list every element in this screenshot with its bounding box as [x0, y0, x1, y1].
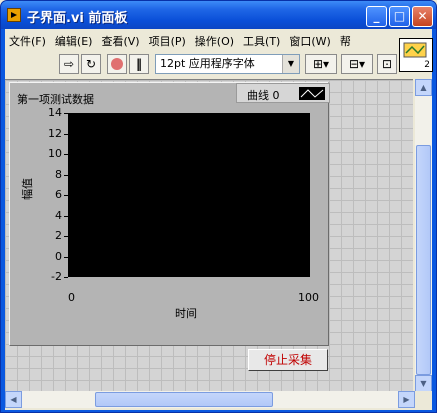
menu-file[interactable]: 文件(F): [5, 31, 51, 49]
scroll-down-icon[interactable]: ▼: [415, 375, 432, 392]
close-button[interactable]: ✕: [412, 6, 433, 27]
chevron-down-icon[interactable]: ▼: [282, 55, 299, 73]
vi-connector-icon[interactable]: 2: [399, 38, 433, 72]
menu-view[interactable]: 查看(V): [97, 31, 144, 49]
pause-icon[interactable]: ‖: [129, 54, 149, 74]
window: 子界面.vi 前面板 _ □ ✕ 文件(F) 编辑(E) 查看(V) 项目(P) 操作(…: [0, 0, 437, 413]
vertical-scrollbar[interactable]: ▲ ▼: [415, 79, 432, 397]
y-axis-label: 幅值: [21, 178, 34, 200]
x-tick-label: 100: [298, 291, 319, 304]
x-tick-label: 0: [68, 291, 75, 304]
labview-vi-icon[interactable]: [7, 8, 21, 22]
y-tick-mark: [64, 174, 68, 176]
scroll-up-icon[interactable]: ▲: [415, 79, 432, 96]
front-panel[interactable]: 第一项测试数据 曲线 0 14 12 10 8 6 4 2 0 -2 0 100 幅值 时间 停…: [5, 79, 413, 398]
vertical-scroll-thumb[interactable]: [416, 145, 431, 375]
font-value: 12pt 应用程序字体: [160, 57, 255, 70]
stop-acquisition-button[interactable]: 停止采集: [248, 349, 328, 371]
y-tick-label: 12: [48, 126, 62, 140]
menu-operate[interactable]: 操作(O): [191, 31, 239, 49]
y-tick-label: 10: [48, 147, 62, 160]
menu-window[interactable]: 窗口(W): [285, 31, 335, 49]
toolbar: ⇨ ↻ ‖ 12pt 应用程序字体 ▼ ⊞▾ ⊟▾ ⊡: [5, 51, 397, 77]
graph-label: 第一项测试数据: [17, 93, 94, 106]
y-tick-mark: [64, 113, 68, 114]
legend-series-name: 曲线 0: [247, 89, 280, 102]
horizontal-scrollbar[interactable]: ◀ ▶: [5, 391, 415, 408]
menu-tools[interactable]: 工具(T): [239, 31, 285, 49]
y-tick-label: 0: [55, 249, 62, 263]
y-tick-label: -2: [51, 270, 62, 283]
font-selector[interactable]: 12pt 应用程序字体 ▼: [155, 54, 300, 74]
y-tick-label: 6: [55, 188, 62, 201]
legend-line-icon: [299, 87, 325, 100]
y-tick-mark: [64, 195, 68, 196]
plot-area[interactable]: [68, 113, 310, 277]
scroll-left-icon[interactable]: ◀: [5, 391, 22, 408]
window-title: 子界面.vi 前面板: [27, 11, 128, 26]
y-tick-mark: [64, 236, 68, 237]
size-grip[interactable]: [415, 391, 432, 408]
maximize-button[interactable]: □: [389, 6, 410, 27]
y-tick-label: 8: [55, 167, 62, 181]
abort-icon[interactable]: [107, 54, 127, 74]
scroll-right-icon[interactable]: ▶: [398, 391, 415, 408]
y-tick-mark: [64, 215, 68, 217]
y-tick-mark: [64, 277, 68, 278]
vi-image-icon: [403, 42, 427, 58]
minimize-button[interactable]: _: [366, 6, 387, 27]
distribute-objects-icon[interactable]: ⊟▾: [341, 54, 373, 74]
plot-svg: [68, 113, 310, 277]
menu-project[interactable]: 项目(P): [145, 31, 191, 49]
waveform-graph[interactable]: 第一项测试数据 曲线 0 14 12 10 8 6 4 2 0 -2 0 100 幅值 时间: [9, 82, 330, 346]
resize-objects-icon[interactable]: ⊡: [377, 54, 397, 74]
y-tick-label: 14: [48, 106, 62, 119]
run-arrow-icon[interactable]: ⇨: [59, 54, 79, 74]
title-bar[interactable]: 子界面.vi 前面板 _ □ ✕: [1, 1, 436, 29]
y-tick-mark: [64, 256, 68, 258]
run-continuous-icon[interactable]: ↻: [81, 54, 101, 74]
horizontal-scroll-thumb[interactable]: [95, 392, 273, 407]
menu-edit[interactable]: 编辑(E): [51, 31, 98, 49]
y-tick-mark: [64, 133, 68, 135]
menu-help[interactable]: 帮: [336, 31, 356, 49]
y-tick-mark: [64, 154, 68, 155]
align-objects-icon[interactable]: ⊞▾: [305, 54, 337, 74]
vi-icon-number: 2: [424, 60, 430, 70]
x-axis-label: 时间: [175, 307, 197, 320]
y-tick-label: 2: [55, 229, 62, 242]
y-tick-label: 4: [55, 208, 62, 222]
window-client: 文件(F) 编辑(E) 查看(V) 项目(P) 操作(O) 工具(T) 窗口(W) 帮 ⇨ ↻…: [5, 29, 433, 410]
menu-bar: 文件(F) 编辑(E) 查看(V) 项目(P) 操作(O) 工具(T) 窗口(W) 帮: [5, 31, 397, 49]
plot-legend[interactable]: 曲线 0: [236, 83, 330, 103]
